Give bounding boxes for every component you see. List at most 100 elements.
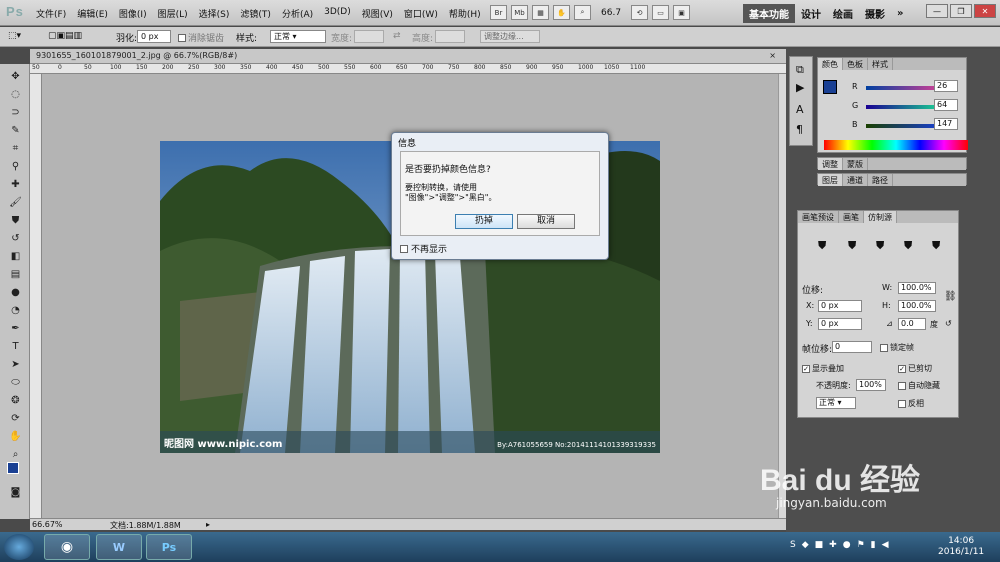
hand-icon[interactable]: ✋ <box>553 5 570 20</box>
angle-input[interactable]: 0.0 <box>898 318 926 330</box>
type-tool-icon[interactable]: T <box>9 340 22 353</box>
menu-image[interactable]: 图像(I) <box>119 7 147 20</box>
taskbar-clock[interactable]: 14:06 2016/1/11 <box>938 536 984 558</box>
link-chain-icon[interactable]: ⛓ <box>944 291 957 302</box>
crop-tool-icon[interactable]: ⌗ <box>9 142 22 155</box>
brush-tool-icon[interactable]: 🖌 <box>9 196 22 209</box>
character-panel-icon[interactable]: A <box>796 103 804 116</box>
tray-icon-5[interactable]: ● <box>843 540 851 550</box>
menu-help[interactable]: 帮助(H) <box>449 7 481 20</box>
close-icon[interactable]: ✕ <box>974 4 996 18</box>
tab-paths[interactable]: 路径 <box>868 174 893 186</box>
color-spectrum[interactable] <box>824 140 968 150</box>
eyedropper-icon[interactable]: ⚲ <box>9 160 22 173</box>
color-fg-swatch[interactable] <box>823 80 837 94</box>
foreground-color-swatch[interactable] <box>7 462 19 474</box>
paragraph-panel-icon[interactable]: ¶ <box>796 123 803 136</box>
show-overlay-checkbox[interactable]: ✓ 显示叠加 <box>802 363 844 374</box>
rotate-view-icon[interactable]: ⟲ <box>631 5 649 20</box>
grid-view-icon[interactable]: ▦ <box>532 5 549 20</box>
reset-transform-icon[interactable]: ↺ <box>945 319 952 328</box>
menu-window[interactable]: 窗口(W) <box>404 7 438 20</box>
width-scale-input[interactable]: 100.0% <box>898 282 936 294</box>
auto-hide-checkbox[interactable]: 自动隐藏 <box>898 380 940 391</box>
dodge-tool-icon[interactable]: ◔ <box>9 304 22 317</box>
workspace-painting[interactable]: 绘画 <box>827 4 859 23</box>
menu-analysis[interactable]: 分析(A) <box>282 7 313 20</box>
refine-edge-button[interactable]: 调整边缘... <box>480 30 540 43</box>
bridge-button[interactable]: Br <box>490 5 507 20</box>
menu-3d[interactable]: 3D(D) <box>324 7 351 20</box>
tray-icon-3[interactable]: ■ <box>815 540 824 550</box>
clone-source-4-icon[interactable]: ⛊ <box>904 239 912 253</box>
menu-file[interactable]: 文件(F) <box>36 7 66 20</box>
word-taskbar-button[interactable]: W <box>96 534 142 560</box>
hand-tool-icon[interactable]: ✋ <box>9 430 22 443</box>
history-panel-icon[interactable]: ⧉ <box>796 63 804 77</box>
clone-source-3-icon[interactable]: ⛊ <box>876 239 884 253</box>
swap-icon[interactable]: ⇄ <box>393 31 401 41</box>
mini-bridge-button[interactable]: Mb <box>511 5 528 20</box>
cancel-button[interactable]: 取消 <box>517 214 575 229</box>
y-offset-input[interactable]: 0 px <box>818 318 862 330</box>
marquee-tool-icon[interactable]: ◌ <box>9 88 22 101</box>
close-document-icon[interactable]: × <box>769 51 776 60</box>
workspace-essentials[interactable]: 基本功能 <box>743 4 795 23</box>
status-arrow-icon[interactable]: ▸ <box>206 520 210 529</box>
volume-icon[interactable]: ◀ <box>882 540 889 550</box>
healing-brush-icon[interactable]: ✚ <box>9 178 22 191</box>
discard-button[interactable]: 扔掉 <box>455 214 513 229</box>
height-input[interactable] <box>435 30 465 43</box>
start-button[interactable] <box>4 534 34 560</box>
clone-source-5-icon[interactable]: ⛊ <box>932 239 940 253</box>
history-brush-icon[interactable]: ↺ <box>9 232 22 245</box>
tab-adjustments[interactable]: 调整 <box>818 158 843 170</box>
lasso-tool-icon[interactable]: ⊃ <box>9 106 22 119</box>
menu-layer[interactable]: 图层(L) <box>158 7 188 20</box>
restore-icon[interactable]: ❐ <box>950 4 972 18</box>
feather-input[interactable]: 0 px <box>137 30 171 43</box>
r-value[interactable]: 26 <box>934 80 958 92</box>
blend-mode-select[interactable]: 正常 ▾ <box>816 397 856 409</box>
tab-clone-source[interactable]: 仿制源 <box>864 211 897 223</box>
tab-swatches[interactable]: 色板 <box>843 58 868 70</box>
clone-stamp-icon[interactable]: ⛊ <box>9 214 22 227</box>
opacity-input[interactable]: 100% <box>856 379 886 391</box>
tray-icon-4[interactable]: ✚ <box>829 540 837 550</box>
tab-channels[interactable]: 通道 <box>843 174 868 186</box>
zoom-tool-icon[interactable]: ⌕ <box>9 448 22 461</box>
photoshop-taskbar-button[interactable]: Ps <box>146 534 192 560</box>
quick-select-icon[interactable]: ✎ <box>9 124 22 137</box>
workspace-more[interactable]: » <box>891 6 909 21</box>
menu-select[interactable]: 选择(S) <box>199 7 230 20</box>
tab-layers[interactable]: 图层 <box>818 174 843 186</box>
zoom-icon[interactable]: ⌕ <box>574 5 591 20</box>
status-zoom[interactable]: 66.67% <box>32 520 63 529</box>
marquee-tool-icon[interactable]: ⬚▾ <box>8 31 21 41</box>
selection-mode-icons[interactable]: ▢▣▤▥ <box>48 31 82 41</box>
tab-styles[interactable]: 样式 <box>868 58 893 70</box>
frame-offset-input[interactable]: 0 <box>832 341 872 353</box>
b-value[interactable]: 147 <box>934 118 958 130</box>
sogou-tray-icon[interactable]: S <box>790 540 796 550</box>
gradient-icon[interactable]: ▤ <box>9 268 22 281</box>
tab-masks[interactable]: 蒙版 <box>843 158 868 170</box>
network-icon[interactable]: ▮ <box>871 540 876 550</box>
menu-filter[interactable]: 滤镜(T) <box>240 7 271 20</box>
g-value[interactable]: 64 <box>934 99 958 111</box>
quick-mask-icon[interactable]: ◙ <box>9 486 22 499</box>
tab-brush[interactable]: 画笔 <box>839 211 864 223</box>
menu-view[interactable]: 视图(V) <box>362 7 393 20</box>
pen-tool-icon[interactable]: ✒ <box>9 322 22 335</box>
clipped-checkbox[interactable]: ✓ 已剪切 <box>898 363 932 374</box>
width-input[interactable] <box>354 30 384 43</box>
tab-brush-presets[interactable]: 画笔预设 <box>798 211 839 223</box>
invert-checkbox[interactable]: 反相 <box>898 398 924 409</box>
lock-frame-checkbox[interactable]: 锁定帧 <box>880 342 914 353</box>
clone-source-2-icon[interactable]: ⛊ <box>848 239 856 253</box>
path-select-icon[interactable]: ➤ <box>9 358 22 371</box>
move-tool-icon[interactable]: ✥ <box>9 70 22 83</box>
tab-color[interactable]: 颜色 <box>818 58 843 70</box>
zoom-level[interactable]: 66.7 <box>601 8 621 18</box>
height-scale-input[interactable]: 100.0% <box>898 300 936 312</box>
